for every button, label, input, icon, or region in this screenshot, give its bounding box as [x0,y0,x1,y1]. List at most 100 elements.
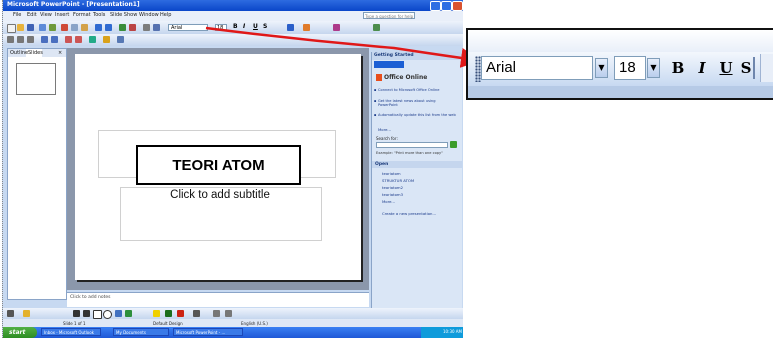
font-name-combobox-zoom[interactable]: Arial [481,56,593,80]
decrease-font-icon[interactable] [75,36,82,43]
bold-button-small[interactable]: B [233,23,238,30]
recent-file-1[interactable]: teoriatom [382,171,401,176]
menu-edit[interactable]: Edit [27,12,37,18]
close-button[interactable] [452,1,463,11]
window-title: Microsoft PowerPoint - [Presentation1] [7,1,140,8]
link-latest-news[interactable]: Get the latest news about using PowerPoi… [374,99,456,108]
menu-insert[interactable]: Insert [55,12,69,18]
line-color-icon[interactable] [165,310,172,317]
link-connect-online[interactable]: Connect to Microsoft Office Online [374,88,456,93]
copy-icon[interactable] [71,24,78,31]
design-icon[interactable] [303,24,310,31]
recent-file-4[interactable]: teoriatom3 [382,192,403,197]
new-icon[interactable] [7,24,16,33]
size-dropdown-arrow-icon[interactable]: ▼ [647,58,660,78]
increase-font-icon[interactable] [65,36,72,43]
font-size-combobox[interactable]: 18 [215,24,227,31]
secondary-toolbar [3,34,463,46]
chart-icon[interactable] [119,24,126,31]
link-auto-update[interactable]: Automatically update this list from the … [374,113,456,118]
search-input[interactable] [376,142,448,148]
fill-color-icon[interactable] [153,310,160,317]
open-icon[interactable] [17,24,24,31]
3d-style-icon[interactable] [225,310,232,317]
font-color-draw-icon[interactable] [177,310,184,317]
start-button[interactable]: start [3,327,37,338]
menu-format[interactable]: Format [73,12,91,18]
recent-file-3[interactable]: teoriatom2 [382,185,403,190]
help-icon[interactable] [153,24,160,31]
undo-icon[interactable] [95,24,102,31]
menu-help[interactable]: Help [160,12,171,18]
font-size-combobox-zoom[interactable]: 18 [614,56,646,80]
italic-button[interactable]: I [692,57,712,79]
underline-button[interactable]: U [716,57,736,79]
save-icon[interactable] [27,24,34,31]
recent-file-2[interactable]: STRUKTUR ATOM [382,178,414,183]
autoshapes-icon[interactable] [23,310,30,317]
menu-file[interactable]: File [13,12,21,18]
draw-menu-icon[interactable] [7,310,14,317]
oval-icon[interactable] [103,310,112,319]
align-right-icon[interactable] [27,36,34,43]
wordart-icon[interactable] [125,310,132,317]
font-name-combobox[interactable]: Arial [168,24,208,31]
rectangle-icon[interactable] [93,310,102,319]
menu-slide-show[interactable]: Slide Show [110,12,137,18]
align-left-icon[interactable] [7,36,14,43]
task-pane-nav-buttons[interactable] [374,61,404,68]
tab-outline[interactable]: Outline [10,50,28,56]
font-color-icon[interactable] [333,24,340,31]
open-more-link[interactable]: More... [382,199,395,204]
paste-icon[interactable] [81,24,88,31]
taskbar-button-outlook[interactable]: Inbox - Microsoft Outlook [41,328,101,336]
more-link[interactable]: More... [378,127,391,132]
bold-button[interactable]: B [668,57,688,79]
numbering-icon[interactable] [51,36,58,43]
slide-thumbnail-1[interactable] [16,63,56,95]
align-center-icon[interactable] [17,36,24,43]
search-go-button[interactable] [450,141,457,148]
slide-title-text[interactable]: TEORI ATOM [136,145,301,185]
search-label: Search for: [376,136,398,141]
help-search-input[interactable]: Type a question for help [363,12,415,19]
new-slide-icon[interactable] [287,24,294,31]
powerpoint-window: Microsoft PowerPoint - [Presentation1] F… [2,0,463,338]
underline-button-small[interactable]: U [253,23,258,30]
table-icon[interactable] [129,24,136,31]
drawing-toolbar [3,308,463,319]
slides-panel: Outline Slides × [7,48,67,300]
font-dropdown-arrow-icon[interactable]: ▼ [595,58,608,78]
redo-icon[interactable] [105,24,112,31]
minimize-button[interactable] [430,1,441,11]
spelling-icon[interactable] [49,24,56,31]
italic-button-small[interactable]: I [243,23,245,30]
menu-bar: File Edit View Insert Format Tools Slide… [3,11,463,21]
tab-slides[interactable]: Slides [28,50,43,56]
bullets-icon[interactable] [41,36,48,43]
panel-close-icon[interactable]: × [58,50,62,56]
taskbar-button-powerpoint[interactable]: Microsoft PowerPoint - ... [173,328,243,336]
new-presentation-link[interactable]: Create a new presentation... [382,211,436,216]
status-slide: Slide 1 of 1 [63,321,86,326]
taskbar-button-documents[interactable]: My Documents [113,328,169,336]
zoom-icon[interactable] [143,24,150,31]
textbox-icon[interactable] [115,310,122,317]
menu-window[interactable]: Window [139,12,159,18]
shadow-style-icon[interactable] [213,310,220,317]
layout-icon[interactable] [373,24,380,31]
line-icon[interactable] [73,310,80,317]
maximize-button[interactable] [441,1,452,11]
shadow-button-small[interactable]: S [263,23,267,30]
menu-tools[interactable]: Tools [93,12,105,18]
arrow-tool-icon[interactable] [83,310,90,317]
print-icon[interactable] [39,24,46,31]
line-style-icon[interactable] [193,310,200,317]
animation-icon[interactable] [89,36,96,43]
clock: 10:30 AM [443,329,462,334]
cut-icon[interactable] [61,24,68,31]
picture-icon[interactable] [117,36,124,43]
menu-view[interactable]: View [40,12,52,18]
clipart-icon[interactable] [103,36,110,43]
notes-pane[interactable]: Click to add notes [67,292,369,307]
